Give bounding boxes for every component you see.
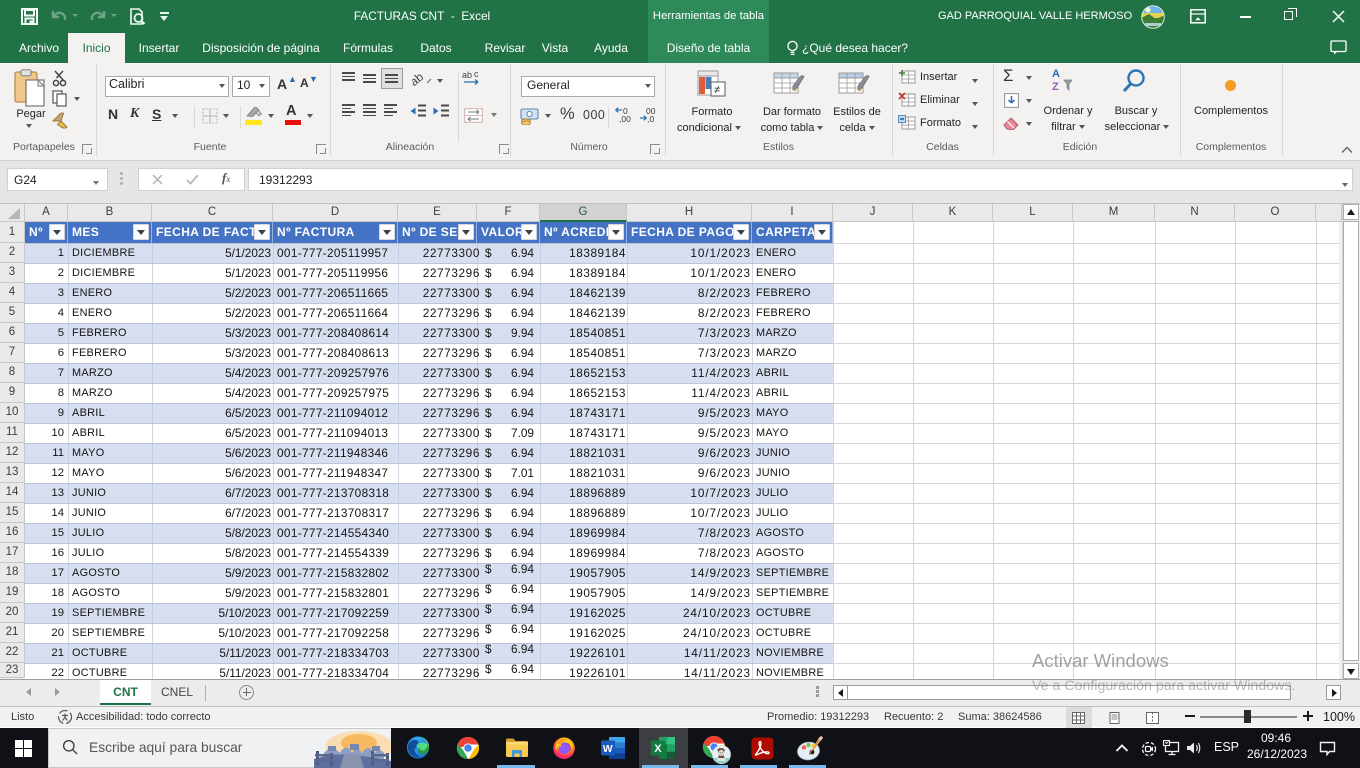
svg-text:W: W <box>603 743 613 755</box>
svg-text:A: A <box>1052 68 1060 80</box>
svg-text:,0: ,0 <box>647 114 654 124</box>
svg-text:ab: ab <box>412 70 426 88</box>
svg-text:c: c <box>474 69 479 79</box>
svg-text:≠: ≠ <box>714 84 720 96</box>
svg-text:ab: ab <box>462 70 472 80</box>
svg-text:X: X <box>654 743 662 755</box>
svg-text:Z: Z <box>1052 81 1059 93</box>
svg-text:,00: ,00 <box>619 114 631 124</box>
